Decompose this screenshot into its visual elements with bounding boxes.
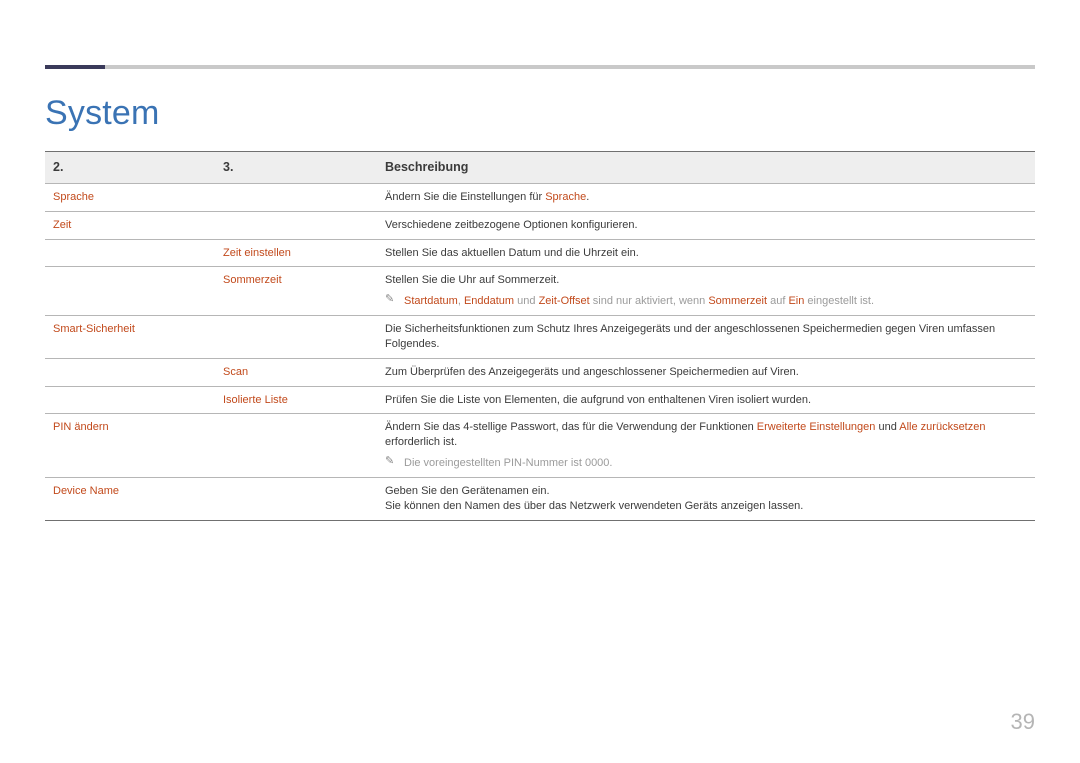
header-col-2: 2. (45, 152, 215, 184)
pencil-icon: ✎ (385, 456, 396, 467)
header-beschreibung: Beschreibung (377, 152, 1035, 184)
desc-zeit-einstellen: Stellen Sie das aktuellen Datum und die … (377, 239, 1035, 267)
desc-sprache: Ändern Sie die Einstellungen für Sprache… (377, 183, 1035, 211)
term-pin-aendern: PIN ändern (53, 421, 109, 433)
note-startdatum: Startdatum (404, 295, 458, 307)
term-device-name: Device Name (53, 485, 119, 497)
note-mid1: und (514, 295, 538, 307)
desc-sprache-term: Sprache (545, 191, 586, 203)
settings-table: 2. 3. Beschreibung Sprache Ändern Sie di… (45, 151, 1035, 521)
desc-smart-sicherheit: Die Sicherheitsfunktionen zum Schutz Ihr… (377, 316, 1035, 359)
desc-pin-suffix: erforderlich ist. (385, 436, 457, 448)
note-pin-text: Die voreingestellten PIN-Nummer ist 0000… (404, 456, 612, 471)
row-smart-sicherheit: Smart-Sicherheit Die Sicherheitsfunktion… (45, 316, 1035, 359)
term-smart-sicherheit: Smart-Sicherheit (53, 323, 135, 335)
note-sommerzeit: ✎ Startdatum, Enddatum und Zeit-Offset s… (385, 294, 1027, 309)
desc-zeit: Verschiedene zeitbezogene Optionen konfi… (377, 211, 1035, 239)
sub-isolierte-liste: Isolierte Liste (223, 394, 288, 406)
note-end: eingestellt ist. (804, 295, 874, 307)
sub-scan: Scan (223, 366, 248, 378)
desc-pin-mid: und (875, 421, 899, 433)
desc-pin-t2: Alle zurücksetzen (899, 421, 985, 433)
row-device-name: Device Name Geben Sie den Gerätenamen ei… (45, 478, 1035, 521)
term-sprache: Sprache (53, 191, 94, 203)
note-ein: Ein (788, 295, 804, 307)
note-sommerzeit-term: Sommerzeit (708, 295, 767, 307)
desc-isolierte-liste: Prüfen Sie die Liste von Elementen, die … (377, 386, 1035, 414)
row-zeit-einstellen: Zeit einstellen Stellen Sie das aktuelle… (45, 239, 1035, 267)
row-sommerzeit: Sommerzeit Stellen Sie die Uhr auf Somme… (45, 267, 1035, 316)
note-enddatum: Enddatum (464, 295, 514, 307)
desc-device-name: Geben Sie den Gerätenamen ein. Sie könne… (377, 478, 1035, 521)
note-mid3: auf (767, 295, 788, 307)
row-pin-aendern: PIN ändern Ändern Sie das 4-stellige Pas… (45, 414, 1035, 478)
desc-scan: Zum Überprüfen des Anzeigegeräts und ang… (377, 358, 1035, 386)
desc-pin-t1: Erweiterte Einstellungen (757, 421, 876, 433)
header-col-3: 3. (215, 152, 377, 184)
page-number: 39 (1011, 709, 1035, 735)
row-scan: Scan Zum Überprüfen des Anzeigegeräts un… (45, 358, 1035, 386)
sub-sommerzeit: Sommerzeit (223, 274, 282, 286)
desc-pin-aendern: Ändern Sie das 4-stellige Passwort, das … (377, 414, 1035, 478)
row-isolierte-liste: Isolierte Liste Prüfen Sie die Liste von… (45, 386, 1035, 414)
pencil-icon: ✎ (385, 294, 396, 305)
note-zeit-offset: Zeit-Offset (539, 295, 590, 307)
top-rule-accent (45, 65, 105, 69)
row-sprache: Sprache Ändern Sie die Einstellungen für… (45, 183, 1035, 211)
term-zeit: Zeit (53, 219, 71, 231)
desc-pin-prefix: Ändern Sie das 4-stellige Passwort, das … (385, 421, 757, 433)
note-sommerzeit-text: Startdatum, Enddatum und Zeit-Offset sin… (404, 294, 874, 309)
note-pin: ✎ Die voreingestellten PIN-Nummer ist 00… (385, 456, 1027, 471)
desc-sprache-prefix: Ändern Sie die Einstellungen für (385, 191, 545, 203)
page-title: System (45, 94, 1035, 133)
top-rule-area (45, 0, 1035, 69)
desc-sprache-suffix: . (586, 191, 589, 203)
desc-sommerzeit-text: Stellen Sie die Uhr auf Sommerzeit. (385, 274, 559, 286)
table-header-row: 2. 3. Beschreibung (45, 152, 1035, 184)
desc-device-name-2: Sie können den Namen des über das Netzwe… (385, 499, 1027, 514)
sub-zeit-einstellen: Zeit einstellen (223, 247, 291, 259)
top-rule (45, 65, 1035, 69)
note-mid2: sind nur aktiviert, wenn (590, 295, 709, 307)
page: System 2. 3. Beschreibung Sprache Ändern… (0, 0, 1080, 763)
desc-sommerzeit: Stellen Sie die Uhr auf Sommerzeit. ✎ St… (377, 267, 1035, 316)
desc-device-name-1: Geben Sie den Gerätenamen ein. (385, 484, 1027, 499)
row-zeit: Zeit Verschiedene zeitbezogene Optionen … (45, 211, 1035, 239)
